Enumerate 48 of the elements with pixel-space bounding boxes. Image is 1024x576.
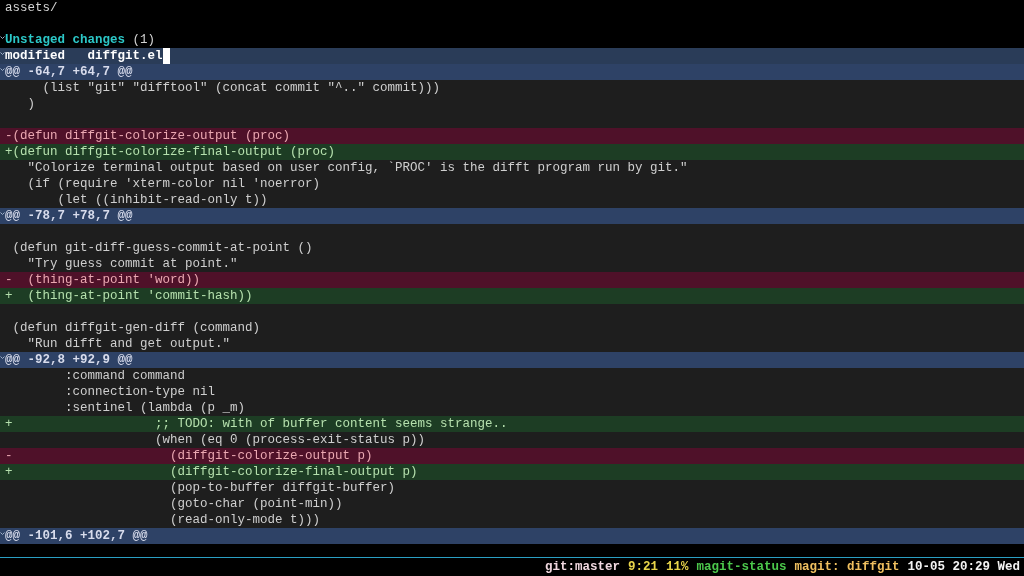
hunk-header[interactable]: @@ -92,8 +92,9 @@ [0,352,1024,368]
hunk-header[interactable]: @@ -78,7 +78,7 @@ [0,208,1024,224]
code-line: (let ((inhibit-read-only t)) [56,193,268,207]
code-line: (when (eq 0 (process-exit-status p)) [154,433,426,447]
code-line: -(defun diffgit-colorize-output (proc) [5,129,291,143]
code-line: +(defun diffgit-colorize-final-output (proc) [5,145,336,159]
expanded-fold-icon[interactable] [0,211,5,216]
mode-line-label: 9:21 [627,559,658,576]
hunk-range: @@ -92,8 +92,9 @@ [5,353,133,367]
code-line: - (thing-at-point 'word)) [5,273,201,287]
hunk-header[interactable]: @@ -64,7 +64,7 @@ [0,64,1024,80]
code-line: (list "git" "difftool" (concat commit "^.." commit))) [41,81,441,95]
code-line: - (diffgit-colorize-output p) [5,449,373,463]
code-line: ) [26,97,35,111]
expanded-fold-icon[interactable] [0,531,5,536]
expanded-fold-icon[interactable] [0,67,5,72]
directory-entry: assets/ [5,1,58,15]
mode-line-label: magit-status [696,559,787,576]
mode-line-label: 10-05 20:29 Wed [907,559,1020,576]
code-line: "Try guess commit at point." [26,257,238,271]
expanded-fold-icon[interactable] [0,35,5,40]
code-line: (pop-to-buffer diffgit-buffer) [169,481,396,495]
code-line: + ;; TODO: with of buffer content seems strange.. [5,417,508,431]
hunk-range: @@ -64,7 +64,7 @@ [5,65,133,79]
code-line: + (thing-at-point 'commit-hash)) [5,289,253,303]
code-line: :command command [64,369,186,383]
hunk-range: @@ -78,7 +78,7 @@ [5,209,133,223]
section-heading: Unstaged changes [5,33,126,47]
code-line: (read-only-mode t))) [169,513,321,527]
code-line: (goto-char (point-min)) [169,497,343,511]
code-line: :sentinel (lambda (p _m) [64,401,246,415]
mode-line-label: 11% [665,559,689,576]
mode-line-label: magit: diffgit [794,559,900,576]
code-line: "Colorize terminal output based on user config, `PROC' is the difft program run by git." [26,161,688,175]
mode-line-label: git:master [544,559,620,576]
file-name: modified diffgit.el [5,49,163,63]
file-row[interactable]: modified diffgit.el [0,48,1024,64]
code-line: :connection-type nil [64,385,216,399]
code-line: (defun diffgit-gen-diff (command) [11,321,261,335]
code-line: + (diffgit-colorize-final-output p) [5,465,418,479]
section-count: (1) [132,33,156,47]
hunk-header[interactable]: @@ -101,6 +102,7 @@ [0,528,1024,544]
code-line: (if (require 'xterm-color nil 'noerror) [26,177,321,191]
expanded-fold-icon[interactable] [0,51,5,56]
expanded-fold-icon[interactable] [0,355,5,360]
hunk-range: @@ -101,6 +102,7 @@ [5,529,148,543]
code-line: (defun git-diff-guess-commit-at-point () [11,241,313,255]
code-line: "Run difft and get output." [26,337,231,351]
